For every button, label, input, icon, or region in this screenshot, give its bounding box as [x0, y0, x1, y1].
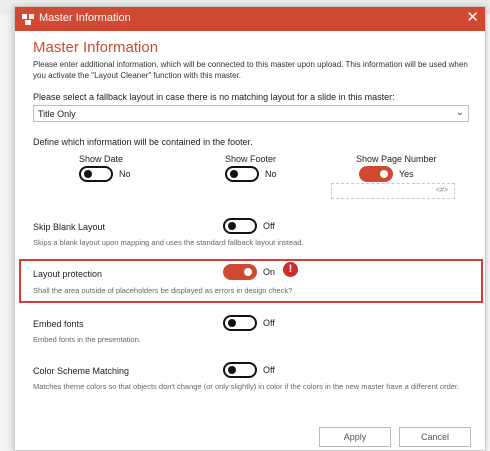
title-bar[interactable]: Master Information ✕: [15, 7, 485, 31]
intro-text: Please enter additional information, whi…: [33, 60, 468, 80]
layout-protection-toggle[interactable]: [223, 264, 257, 280]
skip-blank-state: Off: [263, 221, 275, 231]
color-scheme-description: Matches theme colors so that objects don…: [33, 382, 460, 391]
show-page-number-toggle[interactable]: [359, 166, 393, 182]
show-page-number-state: Yes: [399, 169, 414, 179]
footer-label: Define which information will be contain…: [33, 137, 253, 147]
embed-fonts-description: Embed fonts in the presentation.: [33, 335, 141, 344]
page-number-placeholder: <#>: [331, 183, 455, 199]
show-date-label: Show Date: [79, 154, 124, 164]
skip-blank-label: Skip Blank Layout: [33, 222, 106, 232]
master-information-dialog: Master Information ✕ Master Information …: [14, 6, 486, 451]
page-number-placeholder-text: <#>: [435, 187, 448, 194]
show-footer-toggle[interactable]: [225, 166, 259, 182]
layout-protection-state: On: [263, 267, 276, 277]
show-footer-state: No: [265, 169, 277, 179]
color-scheme-state: Off: [263, 365, 275, 375]
toggle-knob: [228, 319, 236, 327]
apply-button[interactable]: Apply: [319, 427, 391, 447]
warning-icon: !: [283, 262, 298, 277]
skip-blank-description: Skips a blank layout upon mapping and us…: [33, 238, 304, 247]
layout-protection-description: Shall the area outside of placeholders b…: [33, 286, 293, 295]
fallback-label: Please select a fallback layout in case …: [33, 92, 395, 102]
toggle-knob: [244, 268, 252, 276]
show-page-number-label: Show Page Number: [356, 154, 437, 164]
toggle-knob: [230, 170, 238, 178]
show-date-state: No: [119, 169, 131, 179]
cancel-button[interactable]: Cancel: [399, 427, 471, 447]
embed-fonts-state: Off: [263, 318, 275, 328]
fallback-layout-select[interactable]: Title Only ⌄: [33, 105, 469, 122]
layout-protection-label: Layout protection: [33, 269, 103, 279]
toggle-knob: [228, 366, 236, 374]
close-icon[interactable]: ✕: [466, 10, 479, 26]
toggle-knob: [228, 222, 236, 230]
color-scheme-label: Color Scheme Matching: [33, 366, 130, 376]
fallback-layout-value: Title Only: [38, 109, 76, 119]
page-title: Master Information: [33, 39, 159, 56]
show-date-toggle[interactable]: [79, 166, 113, 182]
toggle-knob: [380, 170, 388, 178]
skip-blank-toggle[interactable]: [223, 218, 257, 234]
window-title: Master Information: [39, 12, 131, 24]
embed-fonts-label: Embed fonts: [33, 319, 84, 329]
app-logo-icon: [22, 14, 34, 25]
chevron-down-icon: ⌄: [455, 107, 464, 118]
embed-fonts-toggle[interactable]: [223, 315, 257, 331]
color-scheme-toggle[interactable]: [223, 362, 257, 378]
toggle-knob: [84, 170, 92, 178]
show-footer-label: Show Footer: [225, 154, 277, 164]
